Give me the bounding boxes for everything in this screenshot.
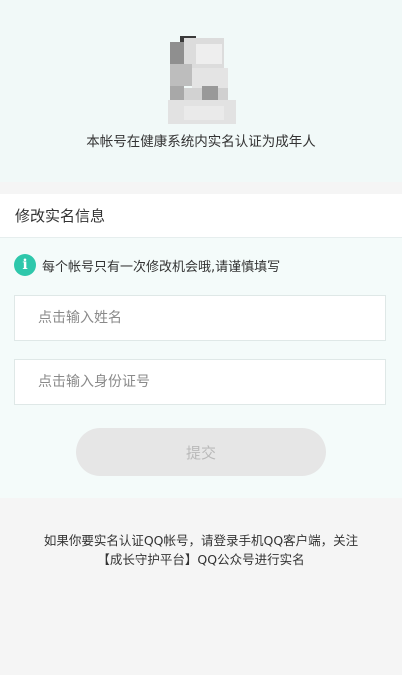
id-number-input[interactable]	[14, 359, 386, 405]
submit-button[interactable]: 提交	[76, 428, 326, 476]
account-status-text: 本帐号在健康系统内实名认证为成年人	[86, 134, 316, 150]
edit-real-name-form: 修改实名信息 i 每个帐号只有一次修改机会哦,请谨慎填写 提交	[0, 194, 402, 498]
notice: i 每个帐号只有一次修改机会哦,请谨慎填写	[14, 254, 280, 276]
footer-line-1: 如果你要实名认证QQ帐号，请登录手机QQ客户端，关注	[43, 533, 359, 548]
info-icon: i	[14, 254, 36, 276]
footer-line-2: 【成长守护平台】QQ公众号进行实名	[97, 552, 305, 567]
avatar	[166, 24, 238, 124]
account-status-section: 本帐号在健康系统内实名认证为成年人	[0, 0, 402, 182]
name-input[interactable]	[14, 295, 386, 341]
notice-text: 每个帐号只有一次修改机会哦,请谨慎填写	[42, 259, 281, 275]
form-title: 修改实名信息	[15, 207, 106, 225]
form-header: 修改实名信息	[0, 194, 402, 238]
footer-note: 如果你要实名认证QQ帐号，请登录手机QQ客户端，关注 【成长守护平台】QQ公众号…	[30, 531, 372, 569]
